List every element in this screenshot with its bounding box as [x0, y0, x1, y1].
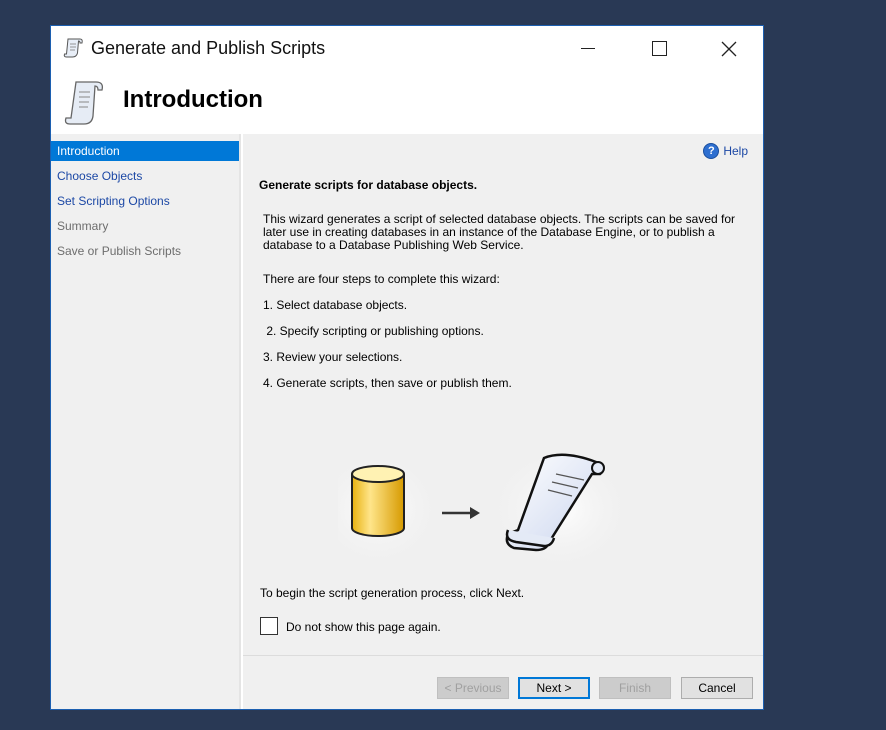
footer-divider	[243, 655, 763, 656]
cancel-button[interactable]: Cancel	[681, 677, 753, 699]
help-icon: ?	[703, 143, 720, 159]
close-icon	[721, 41, 737, 56]
title-bar[interactable]: Generate and Publish Scripts	[51, 26, 763, 71]
wizard-sidebar: Introduction Choose Objects Set Scriptin…	[51, 134, 241, 709]
maximize-button[interactable]	[624, 26, 694, 71]
wizard-header: Introduction	[51, 71, 763, 134]
step-item: 2. Specify scripting or publishing optio…	[263, 324, 484, 338]
wizard-window: Generate and Publish Scripts Introductio…	[50, 25, 764, 710]
sidebar-item-summary: Summary	[57, 219, 109, 233]
window-title: Generate and Publish Scripts	[91, 38, 326, 58]
maximize-icon	[651, 41, 667, 56]
database-icon	[351, 465, 405, 537]
wizard-description: This wizard generates a script of select…	[263, 212, 736, 252]
steps-intro: There are four steps to complete this wi…	[263, 272, 500, 286]
script-scroll-icon	[63, 38, 83, 58]
sidebar-item-save-or-publish: Save or Publish Scripts	[57, 244, 182, 258]
do-not-show-checkbox[interactable]	[260, 617, 278, 635]
minimize-icon	[581, 48, 595, 49]
previous-button[interactable]: < Previous	[437, 677, 509, 699]
finish-button[interactable]: Finish	[599, 677, 671, 699]
sidebar-item-introduction[interactable]: Introduction	[51, 141, 239, 161]
minimize-button[interactable]	[553, 26, 623, 71]
step-item: 1. Select database objects.	[263, 298, 408, 312]
help-link[interactable]: ? Help	[703, 143, 748, 159]
help-label: Help	[723, 144, 748, 158]
sidebar-item-set-scripting-options[interactable]: Set Scripting Options	[51, 191, 239, 211]
page-title: Introduction	[123, 86, 263, 113]
close-button[interactable]	[694, 26, 764, 71]
do-not-show-label[interactable]: Do not show this page again.	[286, 620, 441, 634]
arrow-right-icon	[442, 507, 480, 519]
content-heading: Generate scripts for database objects.	[259, 178, 478, 192]
script-scroll-icon	[64, 81, 104, 125]
step-item: 3. Review your selections.	[263, 350, 403, 364]
wizard-illustration	[338, 444, 628, 574]
begin-instruction: To begin the script generation process, …	[260, 586, 525, 600]
next-button[interactable]: Next >	[518, 677, 590, 699]
step-item: 4. Generate scripts, then save or publis…	[263, 376, 512, 390]
sidebar-item-choose-objects[interactable]: Choose Objects	[51, 166, 239, 186]
wizard-content: ? Help Generate scripts for database obj…	[243, 134, 763, 709]
